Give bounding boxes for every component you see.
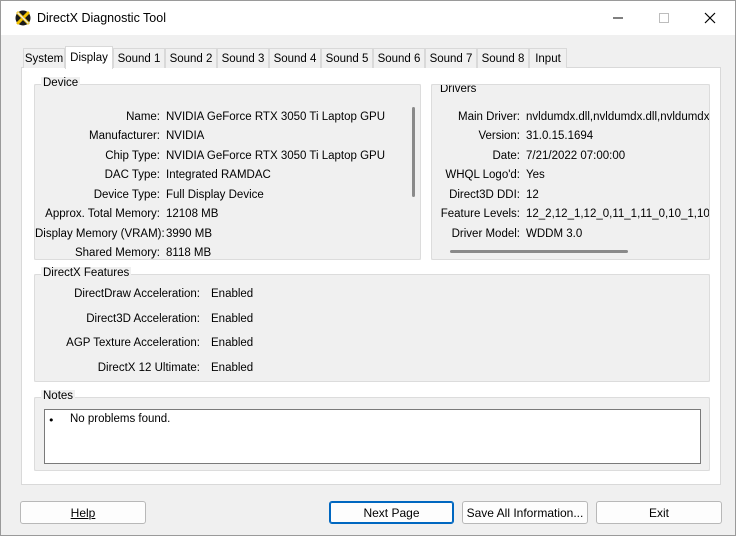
tab-sound-5[interactable]: Sound 5 <box>321 48 373 68</box>
device-row-dac-type: DAC Type: Integrated RAMDAC <box>104 169 271 181</box>
notes-item: No problems found. <box>70 413 171 425</box>
drivers-row-ddi: Direct3D DDI: 12 <box>449 189 539 201</box>
drivers-horizontal-scrollbar[interactable] <box>450 250 628 253</box>
tab-input[interactable]: Input <box>529 48 567 68</box>
drivers-row-version: Version: 31.0.15.1694 <box>478 130 594 142</box>
tab-display[interactable]: Display <box>65 46 113 69</box>
drivers-group: Drivers Main Driver: nvldumdx.dll,nvldum… <box>431 84 710 260</box>
tab-sound-7[interactable]: Sound 7 <box>425 48 477 68</box>
help-button[interactable]: Help <box>20 501 146 524</box>
save-all-information-button[interactable]: Save All Information... <box>462 501 588 524</box>
feature-row-direct3d: Direct3D Acceleration: Enabled <box>86 313 254 325</box>
device-row-device-type: Device Type: Full Display Device <box>93 189 264 201</box>
directx-icon <box>15 10 31 26</box>
minimize-button[interactable] <box>595 1 641 35</box>
drivers-group-title: Drivers <box>438 84 479 95</box>
notes-textbox[interactable]: • No problems found. <box>44 409 701 464</box>
tab-strip: System Display Sound 1 Sound 2 Sound 3 S… <box>21 46 721 69</box>
tab-sound-1[interactable]: Sound 1 <box>113 48 165 68</box>
drivers-row-driver-model: Driver Model: WDDM 3.0 <box>451 228 583 240</box>
tab-sound-3[interactable]: Sound 3 <box>217 48 269 68</box>
device-row-name: Name: NVIDIA GeForce RTX 3050 Ti Laptop … <box>126 111 386 123</box>
device-vertical-scrollbar[interactable] <box>412 107 415 197</box>
tab-sound-4[interactable]: Sound 4 <box>269 48 321 68</box>
feature-row-dx12-ultimate: DirectX 12 Ultimate: Enabled <box>97 362 254 374</box>
device-row-manufacturer: Manufacturer: NVIDIA <box>89 130 205 142</box>
feature-row-directdraw: DirectDraw Acceleration: Enabled <box>74 288 254 300</box>
minimize-icon <box>613 17 623 19</box>
drivers-row-date: Date: 7/21/2022 07:00:00 <box>492 150 626 162</box>
device-row-total-memory: Approx. Total Memory: 12108 MB <box>45 208 219 220</box>
device-group: Device Name: NVIDIA GeForce RTX 3050 Ti … <box>34 77 421 260</box>
maximize-icon <box>659 13 669 23</box>
close-button[interactable] <box>687 1 733 35</box>
drivers-row-whql: WHQL Logo'd: Yes <box>445 169 545 181</box>
exit-button[interactable]: Exit <box>596 501 722 524</box>
close-icon <box>704 12 716 24</box>
device-row-vram: Display Memory (VRAM): 3990 MB <box>35 228 213 240</box>
drivers-row-main-driver: Main Driver: nvldumdx.dll,nvldumdx.dll,n… <box>458 111 710 123</box>
dxdiag-window: DirectX Diagnostic Tool System Display S… <box>0 0 736 536</box>
device-row-shared-memory: Shared Memory: 8118 MB <box>74 247 212 259</box>
title-bar: DirectX Diagnostic Tool <box>1 1 735 35</box>
maximize-button <box>641 1 687 35</box>
drivers-row-feature-levels: Feature Levels: 12_2,12_1,12_0,11_1,11_0… <box>440 208 710 220</box>
tab-system[interactable]: System <box>23 48 65 68</box>
tab-sound-6[interactable]: Sound 6 <box>373 48 425 68</box>
window-title: DirectX Diagnostic Tool <box>37 11 166 25</box>
notes-group: Notes • No problems found. <box>34 390 710 471</box>
feature-row-agp-texture: AGP Texture Acceleration: Enabled <box>66 337 254 349</box>
directx-features-group: DirectX Features DirectDraw Acceleration… <box>34 267 710 382</box>
features-group-title: DirectX Features <box>41 267 132 279</box>
device-group-title: Device <box>41 77 81 89</box>
notes-group-title: Notes <box>41 390 76 402</box>
device-row-chip-type: Chip Type: NVIDIA GeForce RTX 3050 Ti La… <box>105 150 386 162</box>
notes-bullet: • <box>48 414 55 427</box>
tab-sound-2[interactable]: Sound 2 <box>165 48 217 68</box>
next-page-button[interactable]: Next Page <box>329 501 454 524</box>
tab-sound-8[interactable]: Sound 8 <box>477 48 529 68</box>
